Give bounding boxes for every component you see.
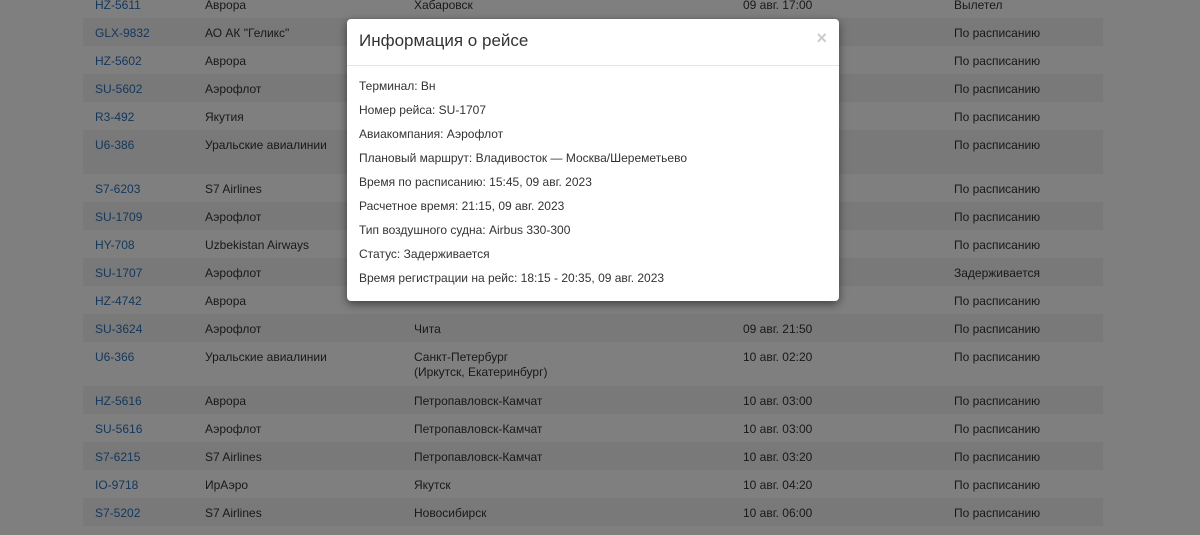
modal-body: Терминал: Вн Номер рейса: SU-1707 Авиако… (359, 79, 687, 295)
info-airline: Авиакомпания: Аэрофлот (359, 127, 504, 141)
info-aircraft-type: Тип воздушного судна: Airbus 330-300 (359, 223, 571, 237)
info-terminal: Терминал: Вн (359, 79, 436, 93)
close-icon[interactable]: × (816, 28, 827, 48)
info-status: Статус: Задерживается (359, 247, 490, 261)
info-scheduled-time: Время по расписанию: 15:45, 09 авг. 2023 (359, 175, 592, 189)
info-estimated-time: Расчетное время: 21:15, 09 авг. 2023 (359, 199, 565, 213)
info-flight-number: Номер рейса: SU-1707 (359, 103, 487, 117)
modal-title: Информация о рейсе (359, 31, 529, 50)
info-route: Плановый маршрут: Владивосток — Москва/Ш… (359, 151, 688, 165)
info-checkin-time: Время регистрации на рейс: 18:15 - 20:35… (359, 271, 665, 285)
flight-info-modal: Информация о рейсе × Терминал: Вн Номер … (347, 19, 839, 301)
modal-header: Информация о рейсе × (347, 19, 839, 66)
